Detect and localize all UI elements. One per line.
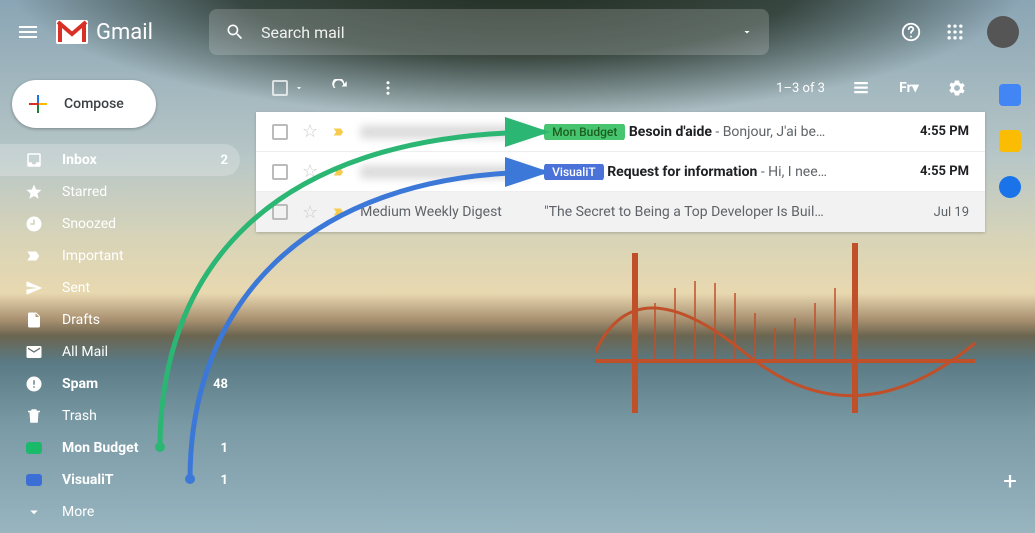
sidebar-item-drafts[interactable]: Drafts: [0, 304, 240, 336]
sidebar-item-label: Important: [62, 248, 228, 264]
sidebar-item-count: 1: [221, 473, 228, 488]
sidebar-item-label: More: [62, 504, 228, 520]
sent-icon: [24, 278, 44, 298]
email-subject: VisualiT Request for information - Hi, I…: [544, 164, 895, 180]
refresh-button[interactable]: [328, 76, 352, 100]
row-checkbox[interactable]: [272, 124, 288, 140]
label-icon: [24, 438, 44, 458]
email-sender: [360, 165, 530, 179]
support-button[interactable]: [899, 20, 923, 44]
email-label: Mon Budget: [544, 124, 625, 140]
row-checkbox[interactable]: [272, 164, 288, 180]
sidebar-item-sent[interactable]: Sent: [0, 272, 240, 304]
email-time: Jul 19: [909, 205, 969, 220]
email-time: 4:55 PM: [909, 164, 969, 179]
sidebar-item-visualit[interactable]: VisualiT1: [0, 464, 240, 496]
sidebar-item-count: 2: [221, 153, 228, 168]
important-icon[interactable]: [332, 125, 346, 139]
select-all-checkbox[interactable]: [272, 80, 288, 96]
email-subject: Mon Budget Besoin d'aide - Bonjour, J'ai…: [544, 124, 895, 140]
trash-icon: [24, 406, 44, 426]
header-actions: [899, 16, 1019, 48]
compose-button[interactable]: Compose: [12, 80, 156, 128]
sidebar-item-inbox[interactable]: Inbox2: [0, 144, 240, 176]
important-icon[interactable]: [332, 165, 346, 179]
chevron-down-icon[interactable]: [294, 83, 304, 93]
sidebar-item-count: 48: [213, 377, 228, 392]
sidebar: Compose Inbox2 Starred Snoozed Important Sen…: [0, 64, 256, 533]
allmail-icon: [24, 342, 44, 362]
label-icon: [24, 470, 44, 490]
select-all[interactable]: [272, 80, 304, 96]
apps-grid-button[interactable]: [943, 20, 967, 44]
sidebar-item-label: Mon Budget: [62, 440, 221, 456]
row-checkbox[interactable]: [272, 204, 288, 220]
sidebar-item-label: Trash: [62, 408, 228, 424]
sidebar-item-label: Sent: [62, 280, 228, 296]
pagination-range: 1–3 of 3: [776, 81, 825, 96]
star-icon[interactable]: ☆: [302, 121, 318, 142]
app-header: Gmail: [0, 0, 1035, 64]
search-input[interactable]: [261, 23, 725, 42]
calendar-addon-icon[interactable]: [999, 84, 1021, 106]
important-icon: [24, 246, 44, 266]
star-icon: [24, 182, 44, 202]
sidebar-item-all-mail[interactable]: All Mail: [0, 336, 240, 368]
app-name: Gmail: [96, 20, 153, 45]
settings-button[interactable]: [945, 76, 969, 100]
main-menu-button[interactable]: [16, 20, 40, 44]
email-subject: "The Secret to Being a Top Developer Is …: [544, 204, 895, 220]
email-list: ☆ Mon Budget Besoin d'aide - Bonjour, J'a…: [256, 112, 985, 232]
account-avatar[interactable]: [987, 16, 1019, 48]
sidebar-item-spam[interactable]: Spam48: [0, 368, 240, 400]
important-icon[interactable]: [332, 205, 346, 219]
main-pane: 1–3 of 3 Fr▾ ☆ Mon Budget Besoin d'aide -…: [256, 64, 1035, 533]
email-label: VisualiT: [544, 164, 604, 180]
email-sender: Medium Weekly Digest: [360, 204, 530, 220]
sidebar-item-mon-budget[interactable]: Mon Budget1: [0, 432, 240, 464]
keep-addon-icon[interactable]: [999, 130, 1021, 152]
compose-plus-icon: [26, 92, 50, 116]
sidebar-item-label: Snoozed: [62, 216, 228, 232]
sidebar-item-label: Drafts: [62, 312, 228, 328]
sidebar-item-label: Inbox: [62, 152, 221, 168]
star-icon[interactable]: ☆: [302, 202, 318, 223]
search-box[interactable]: [209, 9, 769, 55]
email-row[interactable]: ☆ Medium Weekly Digest "The Secret to Bein…: [256, 192, 985, 232]
sidebar-item-snoozed[interactable]: Snoozed: [0, 208, 240, 240]
sidebar-item-trash[interactable]: Trash: [0, 400, 240, 432]
sidebar-nav-list: Inbox2 Starred Snoozed Important Sent Drafts A…: [0, 144, 256, 528]
side-panel: +: [985, 64, 1035, 533]
gmail-logo-icon: [56, 20, 88, 44]
drafts-icon: [24, 310, 44, 330]
sidebar-item-label: VisualiT: [62, 472, 221, 488]
tasks-addon-icon[interactable]: [999, 176, 1021, 198]
gmail-logo-area[interactable]: Gmail: [56, 20, 153, 45]
sidebar-item-more[interactable]: More: [0, 496, 240, 528]
sidebar-item-important[interactable]: Important: [0, 240, 240, 272]
input-tools-button[interactable]: Fr▾: [897, 76, 921, 100]
search-icon: [225, 22, 245, 42]
spam-icon: [24, 374, 44, 394]
sidebar-item-label: Spam: [62, 376, 213, 392]
email-row[interactable]: ☆ VisualiT Request for information - Hi, …: [256, 152, 985, 192]
get-addons-button[interactable]: +: [998, 469, 1022, 493]
star-icon[interactable]: ☆: [302, 161, 318, 182]
clock-icon: [24, 214, 44, 234]
search-options-dropdown-icon[interactable]: [741, 26, 753, 38]
inbox-icon: [24, 150, 44, 170]
more-actions-button[interactable]: [376, 76, 400, 100]
sidebar-item-label: Starred: [62, 184, 228, 200]
sidebar-item-label: All Mail: [62, 344, 228, 360]
email-row[interactable]: ☆ Mon Budget Besoin d'aide - Bonjour, J'a…: [256, 112, 985, 152]
more-icon: [24, 502, 44, 522]
split-pane-button[interactable]: [849, 76, 873, 100]
compose-label: Compose: [64, 96, 124, 112]
list-toolbar: 1–3 of 3 Fr▾: [256, 64, 985, 112]
sidebar-item-count: 1: [221, 441, 228, 456]
email-sender: [360, 125, 530, 139]
email-time: 4:55 PM: [909, 124, 969, 139]
sidebar-item-starred[interactable]: Starred: [0, 176, 240, 208]
